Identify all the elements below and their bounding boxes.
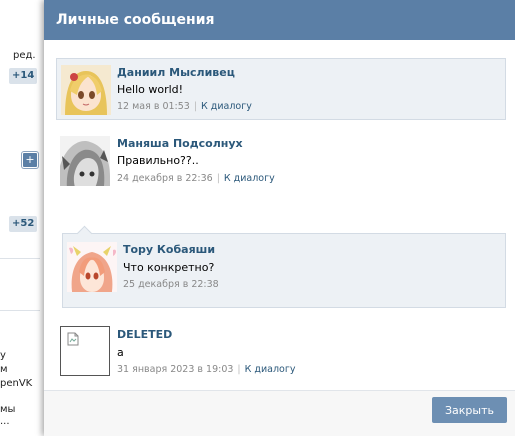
background-text: мы (0, 404, 16, 415)
edit-label[interactable]: ред. (13, 50, 36, 61)
message-author[interactable]: Маняша Подсолнух (117, 137, 243, 150)
plus-button[interactable]: + (22, 152, 38, 168)
separator: | (216, 173, 220, 184)
deleted-avatar[interactable] (60, 326, 110, 376)
go-to-dialog-link[interactable]: К диалогу (201, 101, 252, 112)
background-text: м (0, 364, 8, 375)
message-text: а (117, 346, 124, 359)
message-date: 12 мая в 01:53 (117, 101, 190, 112)
message-author[interactable]: DELETED (117, 328, 172, 341)
avatar[interactable] (67, 242, 117, 292)
background-page: ред. +14 + +52 у м penVK мы ... (0, 0, 48, 436)
reply-item[interactable]: Тору Кобаяши Что конкретно? 25 декабря в… (62, 225, 506, 308)
background-text: penVK (0, 378, 33, 389)
go-to-dialog-link[interactable]: К диалогу (224, 173, 275, 184)
message-item[interactable]: Даниил Мысливец Hello world! 12 мая в 01… (56, 58, 506, 120)
background-text: у (0, 350, 6, 361)
background-text: ... (0, 416, 10, 427)
message-author[interactable]: Даниил Мысливец (117, 66, 235, 79)
message-text: Hello world! (117, 83, 184, 96)
message-meta: 31 января 2023 в 19:03 | К диалогу (117, 364, 295, 375)
message-item[interactable]: Маняша Подсолнух Правильно??.. 24 декабр… (56, 132, 506, 218)
message-item[interactable]: DELETED а 31 января 2023 в 19:03 | К диало… (56, 320, 506, 380)
message-date: 25 декабря в 22:38 (123, 279, 219, 290)
message-list: Даниил Мысливец Hello world! 12 мая в 01… (44, 40, 515, 390)
messages-dialog: Личные сообщения Даниил Мысливец Hello w… (44, 0, 515, 436)
message-text: Что конкретно? (123, 261, 215, 274)
divider (0, 258, 40, 259)
counter-badge: +52 (9, 216, 38, 232)
message-author[interactable]: Тору Кобаяши (123, 243, 215, 256)
divider (0, 310, 40, 311)
close-button[interactable]: Закрыть (432, 397, 507, 423)
counter-badge: +14 (9, 68, 38, 84)
separator: | (237, 364, 241, 375)
message-meta: 12 мая в 01:53 | К диалогу (117, 101, 252, 112)
message-date: 24 декабря в 22:36 (117, 173, 213, 184)
go-to-dialog-link[interactable]: К диалогу (245, 364, 296, 375)
avatar[interactable] (61, 65, 111, 115)
separator: | (193, 101, 198, 112)
message-date: 31 января 2023 в 19:03 (117, 364, 234, 375)
dialog-title: Личные сообщения (44, 0, 515, 40)
dialog-footer: Закрыть (44, 390, 515, 436)
message-meta: 24 декабря в 22:36 | К диалогу (117, 173, 275, 184)
broken-image-icon (67, 332, 79, 346)
reply-pointer (76, 225, 93, 242)
avatar[interactable] (60, 136, 110, 186)
message-text: Правильно??.. (117, 154, 199, 167)
